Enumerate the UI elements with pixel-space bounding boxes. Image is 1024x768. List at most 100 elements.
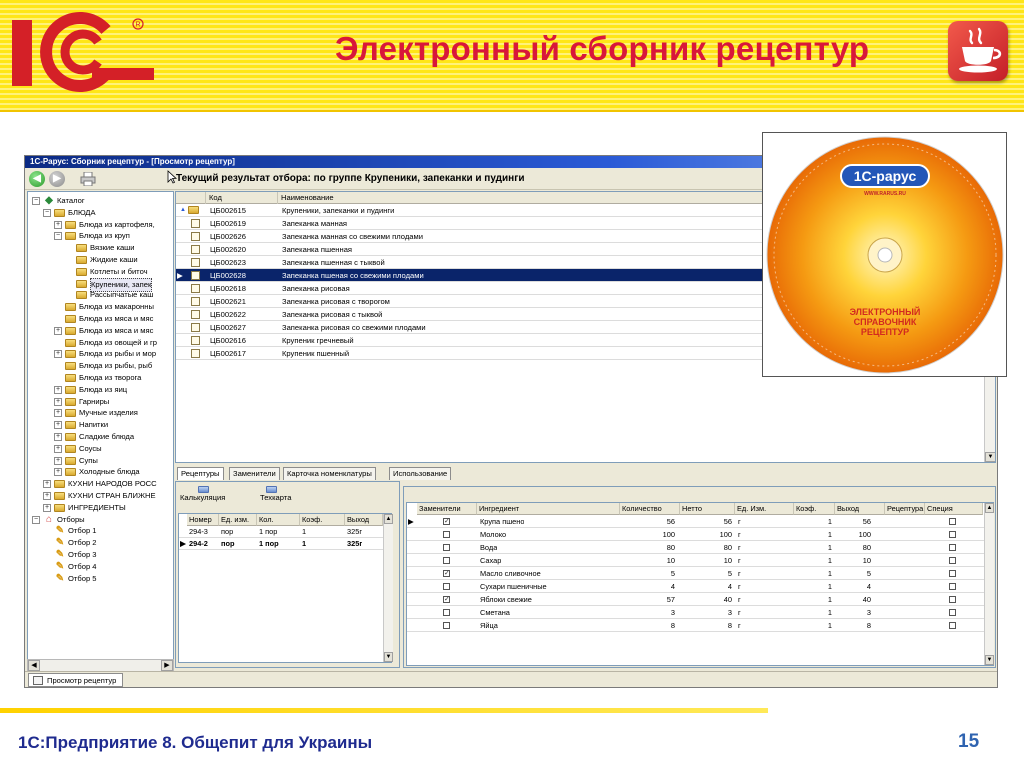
ingredient-row[interactable]: Вода 80 80 г 1 80	[407, 541, 984, 554]
spice-checkbox[interactable]	[949, 544, 956, 551]
calc-header[interactable]: Ед. изм.	[219, 514, 257, 526]
spice-checkbox[interactable]	[949, 570, 956, 577]
spice-checkbox[interactable]	[949, 583, 956, 590]
current-row-marker-icon: ▶	[180, 539, 186, 548]
substitute-checkbox[interactable]: ✓	[443, 518, 450, 525]
collapse-icon[interactable]: −	[32, 197, 40, 205]
substitute-checkbox[interactable]	[443, 609, 450, 616]
list-header-code[interactable]: Код	[206, 192, 278, 204]
recipe-code: ЦБ002623	[210, 258, 246, 267]
tab-usage[interactable]: Использование	[389, 467, 452, 480]
printer-icon[interactable]	[80, 172, 96, 186]
current-row-marker-icon: ▶	[177, 271, 183, 280]
folder-icon	[65, 444, 76, 453]
tab-substitutes[interactable]: Заменители	[229, 467, 280, 480]
expand-icon[interactable]: +	[54, 350, 62, 359]
ingredient-row[interactable]: Молоко 100 100 г 1 100	[407, 528, 984, 541]
expand-icon[interactable]: +	[54, 433, 62, 441]
ingredient-row[interactable]: ✓ Яблоки свежие 57 40 г 1 40	[407, 593, 984, 606]
substitute-checkbox[interactable]: ✓	[443, 596, 450, 603]
folder-icon	[65, 468, 76, 477]
tech-card-button[interactable]: Техкарта	[260, 486, 291, 502]
expand-icon[interactable]: +	[43, 480, 51, 489]
expand-icon[interactable]: +	[54, 397, 62, 406]
spice-checkbox[interactable]	[949, 531, 956, 538]
substitute-checkbox[interactable]	[443, 583, 450, 590]
scroll-down-button[interactable]: ▼	[384, 652, 393, 662]
window-tab-recipe-view[interactable]: Просмотр рецептур	[28, 673, 124, 687]
scroll-down-button[interactable]: ▼	[985, 452, 995, 462]
calc-row[interactable]: 294-3 пор 1 пор 1 325г	[179, 526, 391, 538]
expand-icon[interactable]: +	[54, 409, 62, 418]
substitute-checkbox[interactable]	[443, 531, 450, 538]
ingredients-header[interactable]: Заменители	[417, 503, 477, 515]
ingredients-header[interactable]: Ед. Изм.	[735, 503, 794, 515]
spice-checkbox[interactable]	[949, 518, 956, 525]
ingredients-table[interactable]: Заменители Ингредиент Количество Нетто Ед. И…	[406, 502, 994, 666]
expand-icon[interactable]: +	[43, 503, 51, 512]
current-row-marker-icon: ▶	[408, 517, 414, 526]
spice-checkbox[interactable]	[949, 609, 956, 616]
ingredients-header[interactable]: Выход	[835, 503, 885, 515]
scroll-up-button[interactable]: ▲	[384, 514, 393, 524]
ingredient-unit: г	[738, 595, 741, 604]
scroll-up-button[interactable]: ▲	[985, 503, 994, 513]
ingredient-row[interactable]: Яйца 8 8 г 1 8	[407, 619, 984, 632]
expand-icon[interactable]: +	[54, 220, 62, 229]
expand-icon[interactable]: +	[54, 421, 62, 430]
calc-vertical-scrollbar[interactable]: ▲ ▼	[383, 514, 393, 662]
calc-row[interactable]: ▶ 294-2 пор 1 пор 1 325г	[179, 538, 391, 550]
spice-checkbox[interactable]	[949, 557, 956, 564]
expand-icon[interactable]: +	[54, 456, 62, 465]
substitute-checkbox[interactable]	[443, 544, 450, 551]
forward-button[interactable]: ▶	[49, 171, 65, 187]
filter-caption: Текущий результат отбора: по группе Круп…	[176, 173, 525, 184]
collapse-icon[interactable]: −	[54, 232, 62, 241]
ingredient-row[interactable]: ▶ ✓ Крупа пшено 56 56 г 1 56	[407, 515, 984, 528]
ingredients-header[interactable]: Специя	[925, 503, 983, 515]
expand-icon[interactable]: +	[54, 444, 62, 453]
ingredients-header[interactable]: Нетто	[680, 503, 735, 515]
ingredients-vertical-scrollbar[interactable]: ▲ ▼	[984, 503, 994, 665]
ingredients-header[interactable]: Ингредиент	[477, 503, 620, 515]
ingredient-row[interactable]: Сухари пшеничные 4 4 г 1 4	[407, 580, 984, 593]
tree-item-label: Супы	[79, 455, 98, 465]
scroll-left-button[interactable]: ◀	[28, 660, 40, 671]
ingredient-row[interactable]: Сметана 3 3 г 1 3	[407, 606, 984, 619]
calc-header[interactable]: Кол.	[257, 514, 300, 526]
ingredients-header[interactable]: Количество	[620, 503, 680, 515]
tree-item-label: Отбор 5	[68, 573, 97, 583]
calc-header[interactable]: Выход	[345, 514, 383, 526]
tree-item-label: Блюда из мяса и мяс	[79, 314, 154, 323]
back-button[interactable]: ◀	[29, 171, 45, 187]
scroll-down-button[interactable]: ▼	[985, 655, 994, 665]
calc-header[interactable]: Номер	[187, 514, 219, 526]
ingredient-row[interactable]: Сахар 10 10 г 1 10	[407, 554, 984, 567]
recipe-code: ЦБ002619	[210, 219, 246, 228]
list-header-icon-col	[176, 192, 206, 204]
substitute-checkbox[interactable]: ✓	[443, 570, 450, 577]
spice-checkbox[interactable]	[949, 596, 956, 603]
expand-icon[interactable]: +	[43, 492, 51, 500]
catalog-tree[interactable]: − ◆ Каталог − БЛЮДА + Блюда из картофеля, − Блюд…	[27, 191, 174, 671]
calculation-button[interactable]: Калькуляция	[180, 486, 225, 502]
tree-item-label: Блюда из яиц	[79, 384, 128, 394]
substitute-checkbox[interactable]	[443, 622, 450, 629]
substitute-checkbox[interactable]	[443, 557, 450, 564]
spice-checkbox[interactable]	[949, 622, 956, 629]
ingredients-header[interactable]: Рецептура	[885, 503, 925, 515]
recipe-name: Запеканка рисовая с творогом	[282, 297, 390, 306]
ingredient-row[interactable]: ✓ Масло сливочное 5 5 г 1 5	[407, 567, 984, 580]
scroll-right-button[interactable]: ▶	[161, 660, 173, 671]
tab-item-card[interactable]: Карточка номенклатуры	[283, 467, 376, 480]
calculation-table[interactable]: Номер Ед. изм. Кол. Коэф. Выход 294-3 пор 1 пор…	[178, 513, 393, 663]
expand-icon[interactable]: +	[54, 468, 62, 477]
expand-icon[interactable]: +	[54, 326, 62, 335]
ingredients-header[interactable]: Коэф.	[794, 503, 835, 515]
collapse-icon[interactable]: −	[32, 515, 40, 524]
ingredient-output: 100	[858, 530, 871, 539]
calc-header[interactable]: Коэф.	[300, 514, 345, 526]
tab-recipes[interactable]: Рецептуры	[177, 467, 224, 480]
expand-icon[interactable]: +	[54, 385, 62, 394]
collapse-icon[interactable]: −	[43, 208, 51, 217]
